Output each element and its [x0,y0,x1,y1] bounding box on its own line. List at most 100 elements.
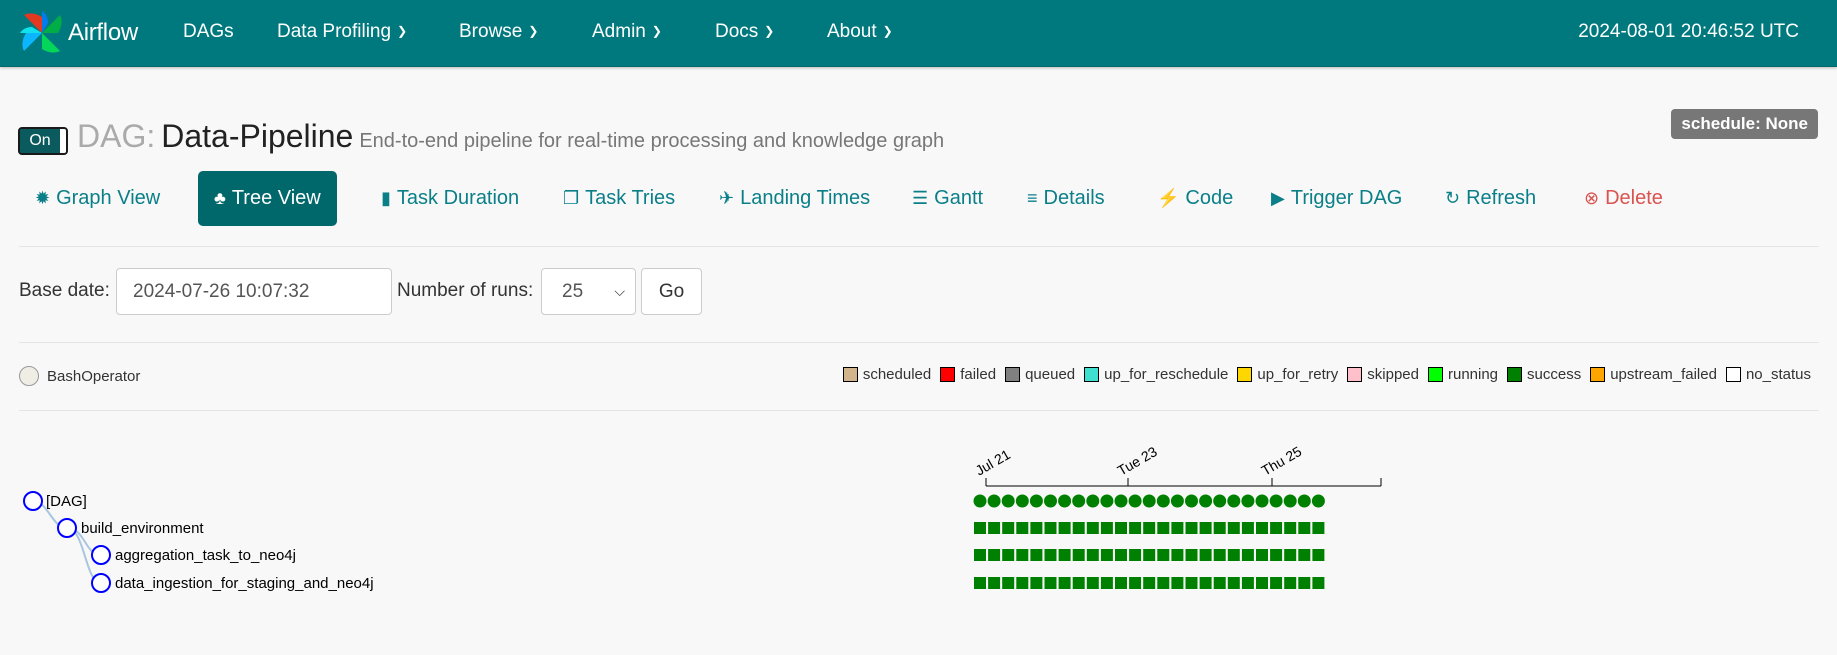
task-instance-square[interactable] [1100,522,1113,534]
tree-node-aggregation-task[interactable]: aggregation_task_to_neo4j [91,545,296,565]
task-instance-square[interactable] [1284,549,1297,561]
dag-run-circle[interactable] [1199,494,1213,508]
task-instance-square[interactable] [1072,549,1085,561]
task-instance-square[interactable] [1100,577,1113,589]
dag-run-circle[interactable] [1128,494,1142,508]
dag-pause-toggle[interactable]: On [18,127,68,155]
tab-gantt[interactable]: ☰ Gantt [896,171,999,226]
task-instance-square[interactable] [1044,549,1057,561]
dag-run-circle[interactable] [1001,494,1015,508]
task-instance-square[interactable] [1185,577,1198,589]
tab-delete[interactable]: ⊗ Delete [1568,171,1679,226]
dag-run-circle[interactable] [1029,494,1043,508]
task-instance-square[interactable] [1227,522,1240,534]
task-instance-square[interactable] [1058,577,1071,589]
task-instance-square[interactable] [1100,549,1113,561]
dag-run-circle[interactable] [1311,494,1325,508]
tab-trigger-dag[interactable]: ▶ Trigger DAG [1255,171,1418,226]
task-instance-square[interactable] [1298,522,1311,534]
dag-run-circle[interactable] [1058,494,1072,508]
task-instance-square[interactable] [974,577,986,589]
task-instance-square[interactable] [1143,522,1156,534]
task-instance-square[interactable] [1227,549,1240,561]
base-date-input[interactable]: 2024-07-26 10:07:32 [116,268,392,315]
task-instance-square[interactable] [1213,549,1226,561]
task-instance-square[interactable] [1284,577,1297,589]
task-instance-square[interactable] [1185,549,1198,561]
dag-run-circle[interactable] [1185,494,1198,508]
task-instance-square[interactable] [1086,549,1099,561]
task-instance-square[interactable] [1115,577,1127,589]
tab-details[interactable]: ≡ Details [1011,171,1121,226]
tree-node-dag[interactable]: [DAG] [23,491,87,511]
task-instance-square[interactable] [1115,522,1127,534]
dag-run-circle[interactable] [1156,494,1170,508]
task-instance-square[interactable] [1256,577,1268,589]
task-instance-square[interactable] [1256,549,1268,561]
task-instance-square[interactable] [1157,549,1170,561]
task-instance-square[interactable] [988,522,1001,534]
task-instance-square[interactable] [988,549,1001,561]
task-instance-square[interactable] [1298,577,1311,589]
task-instance-square[interactable] [1312,577,1325,589]
nav-browse[interactable]: Browse ❯ [459,0,538,63]
task-instance-square[interactable] [1312,549,1325,561]
task-instance-square[interactable] [1115,549,1127,561]
task-instance-square[interactable] [1072,577,1085,589]
task-instance-square[interactable] [1044,577,1057,589]
task-instance-square[interactable] [1016,577,1029,589]
task-instance-square[interactable] [1241,577,1254,589]
tree-node-data-ingestion[interactable]: data_ingestion_for_staging_and_neo4j [91,573,374,593]
task-instance-square[interactable] [1171,549,1184,561]
dag-run-circle[interactable] [1100,494,1114,508]
dag-run-circle[interactable] [1255,494,1269,508]
task-instance-square[interactable] [974,549,986,561]
task-instance-square[interactable] [1002,549,1015,561]
task-instance-square[interactable] [1171,522,1184,534]
task-instance-square[interactable] [1002,522,1015,534]
dag-run-circle[interactable] [973,494,987,508]
tab-refresh[interactable]: ↻ Refresh [1429,171,1552,226]
nav-about[interactable]: About ❯ [827,0,893,63]
dag-run-circle[interactable] [1114,494,1128,508]
task-instance-square[interactable] [1270,549,1283,561]
task-instance-square[interactable] [1157,577,1170,589]
num-runs-select[interactable]: 25 ⌵ [541,268,636,315]
dag-run-circle[interactable] [1015,494,1029,508]
task-instance-square[interactable] [1002,577,1015,589]
task-instance-square[interactable] [1030,549,1043,561]
task-instance-square[interactable] [1270,577,1283,589]
dag-run-circle[interactable] [1142,494,1156,508]
nav-docs[interactable]: Docs ❯ [715,0,774,63]
task-instance-square[interactable] [1185,522,1198,534]
task-instance-square[interactable] [1256,522,1268,534]
task-instance-square[interactable] [1298,549,1311,561]
task-instance-square[interactable] [1270,522,1283,534]
dag-run-circle[interactable] [1269,494,1283,508]
nav-data-profiling[interactable]: Data Profiling ❯ [277,0,407,63]
dag-run-circle[interactable] [1227,494,1241,508]
dag-run-circle[interactable] [1072,494,1086,508]
tab-task-duration[interactable]: ▮ Task Duration [365,171,535,226]
task-instance-square[interactable] [1016,522,1029,534]
dag-run-circle[interactable] [987,494,1001,508]
task-instance-square[interactable] [1129,577,1142,589]
tab-tree-view[interactable]: ♣ Tree View [198,171,337,226]
task-instance-square[interactable] [1199,522,1212,534]
task-instance-square[interactable] [1058,522,1071,534]
task-instance-square[interactable] [1312,522,1325,534]
task-instance-square[interactable] [1129,549,1142,561]
dag-run-circle[interactable] [1297,494,1311,508]
nav-dags[interactable]: DAGs [183,0,234,63]
dag-run-circle[interactable] [1283,494,1297,508]
tab-task-tries[interactable]: ❐ Task Tries [547,171,691,226]
task-instance-square[interactable] [1284,522,1297,534]
task-instance-square[interactable] [1171,577,1184,589]
task-instance-square[interactable] [1241,549,1254,561]
task-instance-square[interactable] [1058,549,1071,561]
task-instance-square[interactable] [1072,522,1085,534]
task-instance-square[interactable] [1030,577,1043,589]
task-instance-square[interactable] [1227,577,1240,589]
tab-code[interactable]: ⚡ Code [1141,171,1249,226]
dag-run-circle[interactable] [1213,494,1227,508]
